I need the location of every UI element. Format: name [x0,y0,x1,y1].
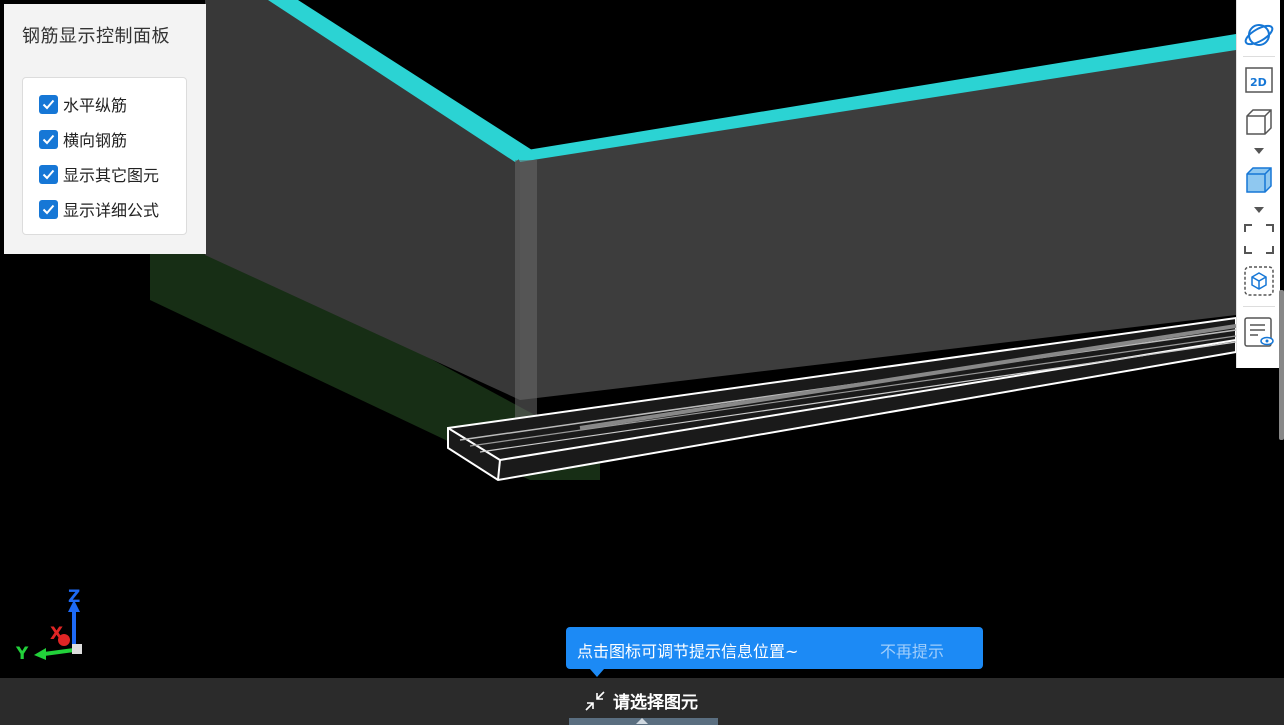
wireframe-cube-icon[interactable] [1241,106,1277,138]
panel-title: 钢筋显示控制面板 [22,26,170,47]
rebar-display-panel: 钢筋显示控制面板 水平纵筋 横向钢筋 显示其它图元 显示详细公式 [4,4,206,254]
options-box: 水平纵筋 横向钢筋 显示其它图元 显示详细公式 [22,77,187,235]
option-transverse-rebar[interactable]: 横向钢筋 [39,128,127,150]
tooltip-arrow [590,669,604,677]
toolbar-divider [1243,56,1275,57]
toolbar-divider [1243,306,1275,307]
2d-view-icon[interactable]: 2D [1241,66,1277,94]
select-box-icon[interactable] [1241,265,1277,297]
option-label: 显示详细公式 [63,201,160,220]
option-label: 水平纵筋 [63,96,128,115]
solid-cube-icon[interactable] [1241,164,1277,196]
axis-z-label: Z [68,587,81,607]
2d-label: 2D [1250,76,1267,89]
hint-text: 点击图标可调节提示信息位置~ [577,642,799,661]
fullscreen-icon[interactable] [1241,223,1277,255]
orbit-icon[interactable] [1241,20,1277,50]
solid-dropdown-icon[interactable] [1254,207,1264,213]
status-bar: 请选择图元 [0,678,1284,725]
checkbox-checked-icon[interactable] [39,199,58,219]
option-show-detailed-formula[interactable]: 显示详细公式 [39,198,159,220]
checkbox-checked-icon[interactable] [39,164,58,184]
wireframe-dropdown-icon[interactable] [1254,148,1264,154]
status-text: 请选择图元 [613,693,698,713]
dont-show-again-link[interactable]: 不再提示 [880,638,944,662]
checkbox-checked-icon[interactable] [39,94,58,114]
status-content[interactable]: 请选择图元 [583,688,698,713]
view-toolbar: 2D [1236,0,1280,368]
option-horizontal-rebar[interactable]: 水平纵筋 [39,93,127,115]
axis-x-label: X [50,624,64,644]
checkbox-checked-icon[interactable] [39,129,58,149]
show-list-icon[interactable] [1241,316,1277,348]
viewport-scrollbar[interactable] [1279,290,1284,440]
hint-tooltip: 点击图标可调节提示信息位置~ 不再提示 [566,627,983,677]
status-caret-icon[interactable] [636,718,648,724]
collapse-arrows-icon[interactable] [583,689,607,713]
axis-y-label: Y [16,644,29,664]
option-label: 显示其它图元 [63,166,160,185]
option-label: 横向钢筋 [63,131,128,150]
option-show-other-elements[interactable]: 显示其它图元 [39,163,159,185]
column [515,160,537,440]
